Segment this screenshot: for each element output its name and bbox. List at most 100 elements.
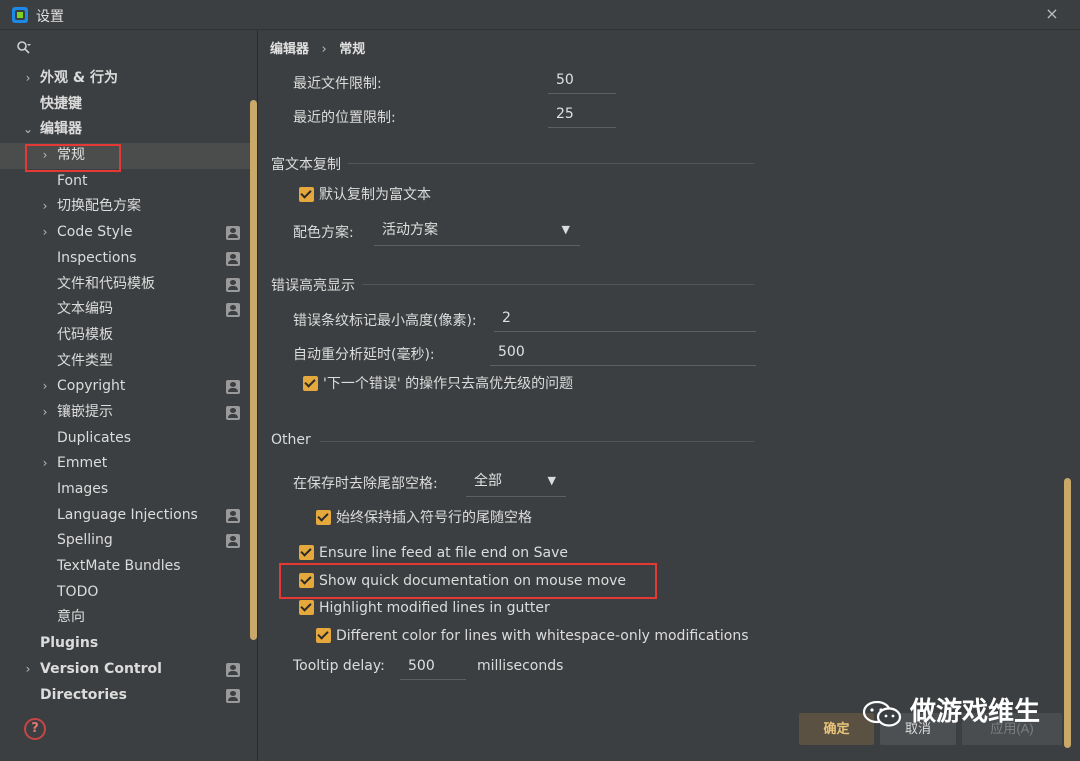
reparse-delay-input[interactable]: 500 (490, 340, 756, 366)
tree-item[interactable]: 意向 (0, 605, 250, 631)
reparse-delay-label: 自动重分析延时(毫秒): (293, 347, 435, 363)
tooltip-delay-unit: milliseconds (477, 658, 564, 674)
tree-item[interactable]: Duplicates (0, 426, 250, 452)
strip-spaces-select[interactable]: 全部 ▼ (466, 467, 566, 497)
chevron-right-icon[interactable]: › (39, 194, 51, 220)
tree-item[interactable]: Plugins (0, 631, 250, 657)
content-scrollbar[interactable] (1064, 478, 1071, 748)
line-feed-label: Ensure line feed at file end on Save (319, 545, 568, 561)
tree-item[interactable]: TODO (0, 580, 250, 606)
tooltip-delay-input[interactable]: 500 (400, 654, 466, 680)
chevron-right-icon[interactable]: › (39, 374, 51, 400)
tree-item-label: Code Style (57, 224, 133, 241)
project-scope-icon (226, 380, 240, 395)
search-icon (17, 41, 31, 54)
annotation-box-general (25, 144, 121, 172)
tree-item[interactable]: › Emmet (0, 451, 250, 477)
tree-item-label: TextMate Bundles (57, 558, 181, 575)
checkbox-checked-icon (316, 628, 331, 643)
tree-item-label: 外观 & 行为 (40, 70, 118, 86)
tree-item-label: Inspections (57, 249, 137, 266)
tree-item[interactable]: Spelling (0, 528, 250, 554)
annotation-box-quick-doc (279, 563, 657, 599)
tree-item-label: Duplicates (57, 429, 131, 446)
breadcrumb-current: 常规 (339, 42, 366, 57)
breadcrumb-parent[interactable]: 编辑器 (270, 42, 309, 57)
tree-item[interactable]: › 外观 & 行为 (0, 66, 250, 92)
settings-content-pane: 编辑器 › 常规 最近文件限制: 50 最近的位置限制: 25 富文本复制 默认… (258, 30, 1080, 761)
tree-item[interactable]: Inspections (0, 246, 250, 272)
tree-item-label: 意向 (57, 609, 85, 626)
tree-item[interactable]: 快捷键 (0, 92, 250, 118)
project-scope-icon (226, 226, 240, 241)
tree-item[interactable]: Language Injections (0, 503, 250, 529)
search-input[interactable] (38, 36, 248, 60)
watermark-text: 做游戏维生 (910, 697, 1041, 727)
tree-item-label: 快捷键 (40, 95, 82, 112)
tree-item[interactable]: Font (0, 169, 250, 195)
tree-item[interactable]: 文件和代码模板 (0, 272, 250, 298)
recent-files-input[interactable]: 50 (548, 68, 616, 94)
tree-item[interactable]: 代码模板 (0, 323, 250, 349)
project-scope-icon (226, 303, 240, 318)
highlight-modified-label: Highlight modified lines in gutter (319, 600, 550, 616)
chevron-right-icon[interactable]: › (39, 451, 51, 477)
keep-trailing-spaces-label: 始终保持插入符号行的尾随空格 (336, 510, 532, 526)
tree-item[interactable]: Directories (0, 683, 250, 709)
help-icon[interactable]: ? (24, 718, 46, 740)
tree-item[interactable]: 文件类型 (0, 349, 250, 375)
tree-item-label: 切换配色方案 (57, 198, 141, 215)
tree-item-label: Directories (40, 686, 127, 703)
tree-item[interactable]: TextMate Bundles (0, 554, 250, 580)
copy-rich-text-label: 默认复制为富文本 (319, 187, 431, 203)
project-scope-icon (226, 277, 240, 292)
section-divider (348, 163, 754, 164)
settings-tree-pane: › 外观 & 行为 快捷键 ⌄ 编辑器 › 常规 Font › 切换配色方案 › Code Style… (0, 30, 258, 761)
tree-item-label: 文件和代码模板 (57, 275, 155, 292)
tree-scrollbar[interactable] (250, 100, 257, 640)
recent-locations-input[interactable]: 25 (548, 102, 616, 128)
strip-spaces-value: 全部 (474, 473, 502, 489)
project-scope-icon (226, 534, 240, 549)
chevron-right-icon[interactable]: › (22, 657, 34, 683)
other-section-title: Other (271, 432, 311, 448)
error-highlight-section-title: 错误高亮显示 (271, 278, 355, 294)
chevron-down-icon[interactable]: ⌄ (22, 117, 34, 143)
tree-item-label: 镶嵌提示 (57, 403, 113, 420)
next-error-high-priority-label: '下一个错误' 的操作只去高优先级的问题 (323, 376, 574, 392)
color-scheme-select[interactable]: 活动方案 ▼ (374, 216, 580, 246)
tree-item-label: Version Control (40, 660, 162, 677)
window-title: 设置 (36, 9, 64, 25)
tree-item-label: 代码模板 (57, 326, 113, 343)
close-button[interactable]: × (1042, 4, 1062, 24)
stripe-min-height-input[interactable]: 2 (494, 306, 756, 332)
dropdown-arrow-icon: ▼ (561, 223, 570, 236)
tree-item[interactable]: ⌄ 编辑器 (0, 117, 250, 143)
checkbox-checked-icon (299, 600, 314, 615)
tree-item[interactable]: 文本编码 (0, 297, 250, 323)
tree-item-label: Plugins (40, 635, 99, 652)
tree-item[interactable]: › Code Style (0, 220, 250, 246)
tree-item-label: Language Injections (57, 506, 198, 523)
tree-item-label: 文本编码 (57, 301, 113, 318)
section-divider (362, 284, 754, 285)
title-bar: 设置 × (0, 0, 1080, 30)
chevron-right-icon[interactable]: › (22, 66, 34, 92)
tree-item[interactable]: Images (0, 477, 250, 503)
tree-item[interactable]: › Version Control (0, 657, 250, 683)
chevron-right-icon[interactable]: › (39, 400, 51, 426)
tree-item[interactable]: › 切换配色方案 (0, 194, 250, 220)
tree-item-label: Font (57, 172, 88, 189)
tree-item-label: 文件类型 (57, 352, 113, 369)
chevron-right-icon[interactable]: › (39, 220, 51, 246)
stripe-min-height-label: 错误条纹标记最小高度(像素): (293, 313, 477, 329)
recent-locations-label: 最近的位置限制: (293, 110, 396, 126)
tree-item[interactable]: › 镶嵌提示 (0, 400, 250, 426)
checkbox-checked-icon (316, 510, 331, 525)
project-scope-icon (226, 405, 240, 420)
whitespace-color-label: Different color for lines with whitespac… (336, 628, 749, 644)
dropdown-arrow-icon: ▼ (547, 474, 556, 487)
tree-item-label: Images (57, 481, 109, 497)
search-row (0, 30, 258, 66)
tree-item[interactable]: › Copyright (0, 374, 250, 400)
